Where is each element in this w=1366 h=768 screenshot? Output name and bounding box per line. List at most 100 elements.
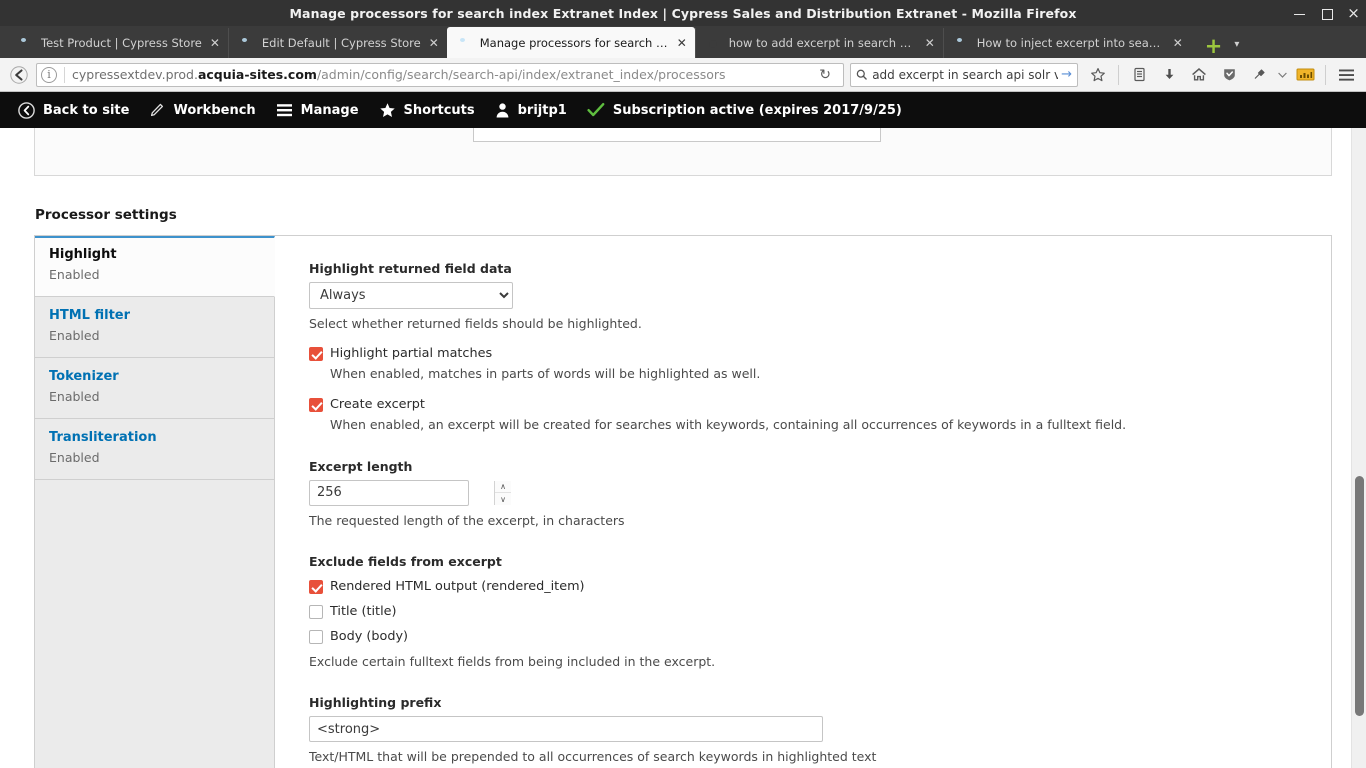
dropdown-icon[interactable] (1275, 62, 1289, 88)
vertical-tab-summary: Enabled (49, 267, 100, 282)
drupal-icon (18, 35, 34, 51)
stepper-down-icon[interactable]: ∨ (495, 493, 511, 505)
devtools-icon[interactable] (1291, 62, 1319, 88)
shield-icon[interactable] (1215, 62, 1243, 88)
browser-tab-5[interactable]: How to inject excerpt into searc... ✕ (942, 28, 1191, 58)
excerpt-length-stepper[interactable]: ∧ ∨ (309, 480, 511, 506)
close-icon[interactable]: ✕ (206, 34, 224, 52)
tab-title: how to add excerpt in search ap... (728, 36, 917, 50)
vertical-tabs-filler (35, 480, 274, 730)
vertical-tabs-wrapper: Highlight Enabled HTML filter Enabled To… (34, 235, 1332, 768)
exclude-body-checkbox[interactable] (309, 630, 323, 644)
tab-title: Edit Default | Cypress Store (261, 36, 421, 50)
user-icon (495, 102, 510, 119)
create-excerpt-checkbox[interactable] (309, 398, 323, 412)
highlight-partial-label: Highlight partial matches (330, 346, 493, 361)
star-icon (379, 102, 396, 119)
window-title: Manage processors for search index Extra… (289, 5, 1077, 21)
browser-tab-3-active[interactable]: Manage processors for search i... ✕ (446, 27, 695, 58)
reload-icon[interactable]: ↻ (811, 67, 839, 83)
cutoff-textfield[interactable] (473, 128, 881, 142)
url-host: acquia-sites.com (197, 67, 317, 82)
browser-tab-4[interactable]: how to add excerpt in search ap... ✕ (694, 28, 943, 58)
exclude-field-label: Title (title) (330, 604, 397, 619)
stepper-buttons[interactable]: ∧ ∨ (494, 481, 511, 505)
browser-tabstrip: Test Product | Cypress Store ✕ Edit Defa… (0, 26, 1366, 58)
exclude-field-row-rendered-item[interactable]: Rendered HTML output (rendered_item) (309, 578, 1311, 595)
highlight-returned-select[interactable]: Always Never Only on server-side highlig… (309, 282, 513, 309)
toolbar-label: Manage (300, 102, 359, 118)
url-bar[interactable]: i cypressextdev.prod.acquia-sites.com/ad… (36, 62, 844, 87)
browser-tab-2[interactable]: Edit Default | Cypress Store ✕ (227, 28, 447, 58)
plugin-icon[interactable] (1245, 62, 1273, 88)
identity-info-icon[interactable]: i (41, 66, 57, 83)
close-icon[interactable]: ✕ (673, 34, 691, 52)
exclude-fields-description: Exclude certain fulltext fields from bei… (309, 654, 716, 669)
back-button[interactable] (6, 62, 32, 88)
toolbar-label: Back to site (43, 102, 130, 118)
bookmark-star-icon[interactable] (1084, 62, 1112, 88)
toolbar-item-user[interactable]: brijtp1 (485, 92, 577, 128)
menu-icon[interactable] (1332, 62, 1360, 88)
exclude-field-label: Body (body) (330, 629, 409, 644)
exclude-field-row-body[interactable]: Body (body) (309, 628, 1311, 645)
exclude-field-row-title[interactable]: Title (title) (309, 603, 1311, 620)
highlight-partial-row[interactable]: Highlight partial matches (309, 345, 1311, 362)
search-bar[interactable]: add excerpt in search api solr views → (850, 62, 1078, 87)
excerpt-length-input[interactable] (310, 481, 494, 505)
close-window-button[interactable]: × (1347, 5, 1360, 20)
drupal-admin-toolbar: Back to site Workbench Manage Shortcuts … (0, 92, 1366, 128)
toolbar-item-back-to-site[interactable]: Back to site (8, 92, 139, 128)
create-excerpt-label: Create excerpt (330, 397, 425, 412)
browser-navbar: i cypressextdev.prod.acquia-sites.com/ad… (0, 58, 1366, 92)
vertical-tabs-menu: Highlight Enabled HTML filter Enabled To… (35, 236, 275, 768)
google-icon (706, 35, 722, 51)
vertical-tab-title: Tokenizer (49, 369, 119, 384)
url-text: cypressextdev.prod.acquia-sites.com/admi… (72, 67, 811, 82)
drupal-icon (954, 35, 970, 51)
highlight-returned-label: Highlight returned field data (309, 261, 512, 276)
minimize-button[interactable] (1293, 7, 1306, 20)
toolbar-label: Shortcuts (403, 102, 475, 118)
exclude-rendered-item-checkbox[interactable] (309, 580, 323, 594)
search-go-icon[interactable]: → (1061, 67, 1072, 82)
create-excerpt-row[interactable]: Create excerpt (309, 396, 1311, 413)
list-all-tabs-icon[interactable]: ▾ (1234, 39, 1239, 50)
toolbar-item-manage[interactable]: Manage (266, 92, 369, 128)
url-divider (64, 66, 65, 83)
highlight-partial-checkbox[interactable] (309, 347, 323, 361)
highlighting-prefix-description: Text/HTML that will be prepended to all … (309, 749, 877, 764)
excerpt-length-description: The requested length of the excerpt, in … (309, 513, 625, 528)
close-icon[interactable]: ✕ (1169, 34, 1187, 52)
window-titlebar: Manage processors for search index Extra… (0, 0, 1366, 26)
scrollbar-thumb[interactable] (1355, 476, 1364, 716)
new-tab-button[interactable]: + (1205, 36, 1223, 57)
exclude-title-checkbox[interactable] (309, 605, 323, 619)
browser-tab-1[interactable]: Test Product | Cypress Store ✕ (8, 28, 228, 58)
downloads-icon[interactable] (1155, 62, 1183, 88)
vertical-tab-html-filter[interactable]: HTML filter Enabled (35, 297, 274, 358)
toolbar-label: Subscription active (expires 2017/9/25) (612, 102, 902, 118)
toolbar-item-subscription[interactable]: Subscription active (expires 2017/9/25) (577, 92, 912, 128)
vertical-tab-highlight[interactable]: Highlight Enabled (35, 236, 275, 297)
vertical-tab-transliteration[interactable]: Transliteration Enabled (35, 419, 274, 480)
stepper-up-icon[interactable]: ∧ (495, 481, 511, 493)
library-icon[interactable] (1125, 62, 1153, 88)
page-scrollbar[interactable] (1351, 128, 1366, 768)
search-input[interactable]: add excerpt in search api solr views (872, 68, 1058, 82)
toolbar-item-shortcuts[interactable]: Shortcuts (369, 92, 485, 128)
highlighting-prefix-label: Highlighting prefix (309, 695, 442, 710)
vertical-tab-tokenizer[interactable]: Tokenizer Enabled (35, 358, 274, 419)
toolbar-label: brijtp1 (517, 102, 567, 118)
toolbar-item-workbench[interactable]: Workbench (139, 92, 265, 128)
drupal-icon (239, 35, 255, 51)
highlighting-prefix-input[interactable] (309, 716, 823, 742)
maximize-button[interactable] (1320, 7, 1333, 20)
close-icon[interactable]: ✕ (921, 34, 939, 52)
home-icon[interactable] (1185, 62, 1213, 88)
pencil-icon (149, 102, 165, 119)
excerpt-length-label: Excerpt length (309, 459, 413, 474)
drupal-icon (457, 35, 473, 51)
vertical-tab-title: Highlight (49, 247, 117, 262)
close-icon[interactable]: ✕ (425, 34, 443, 52)
